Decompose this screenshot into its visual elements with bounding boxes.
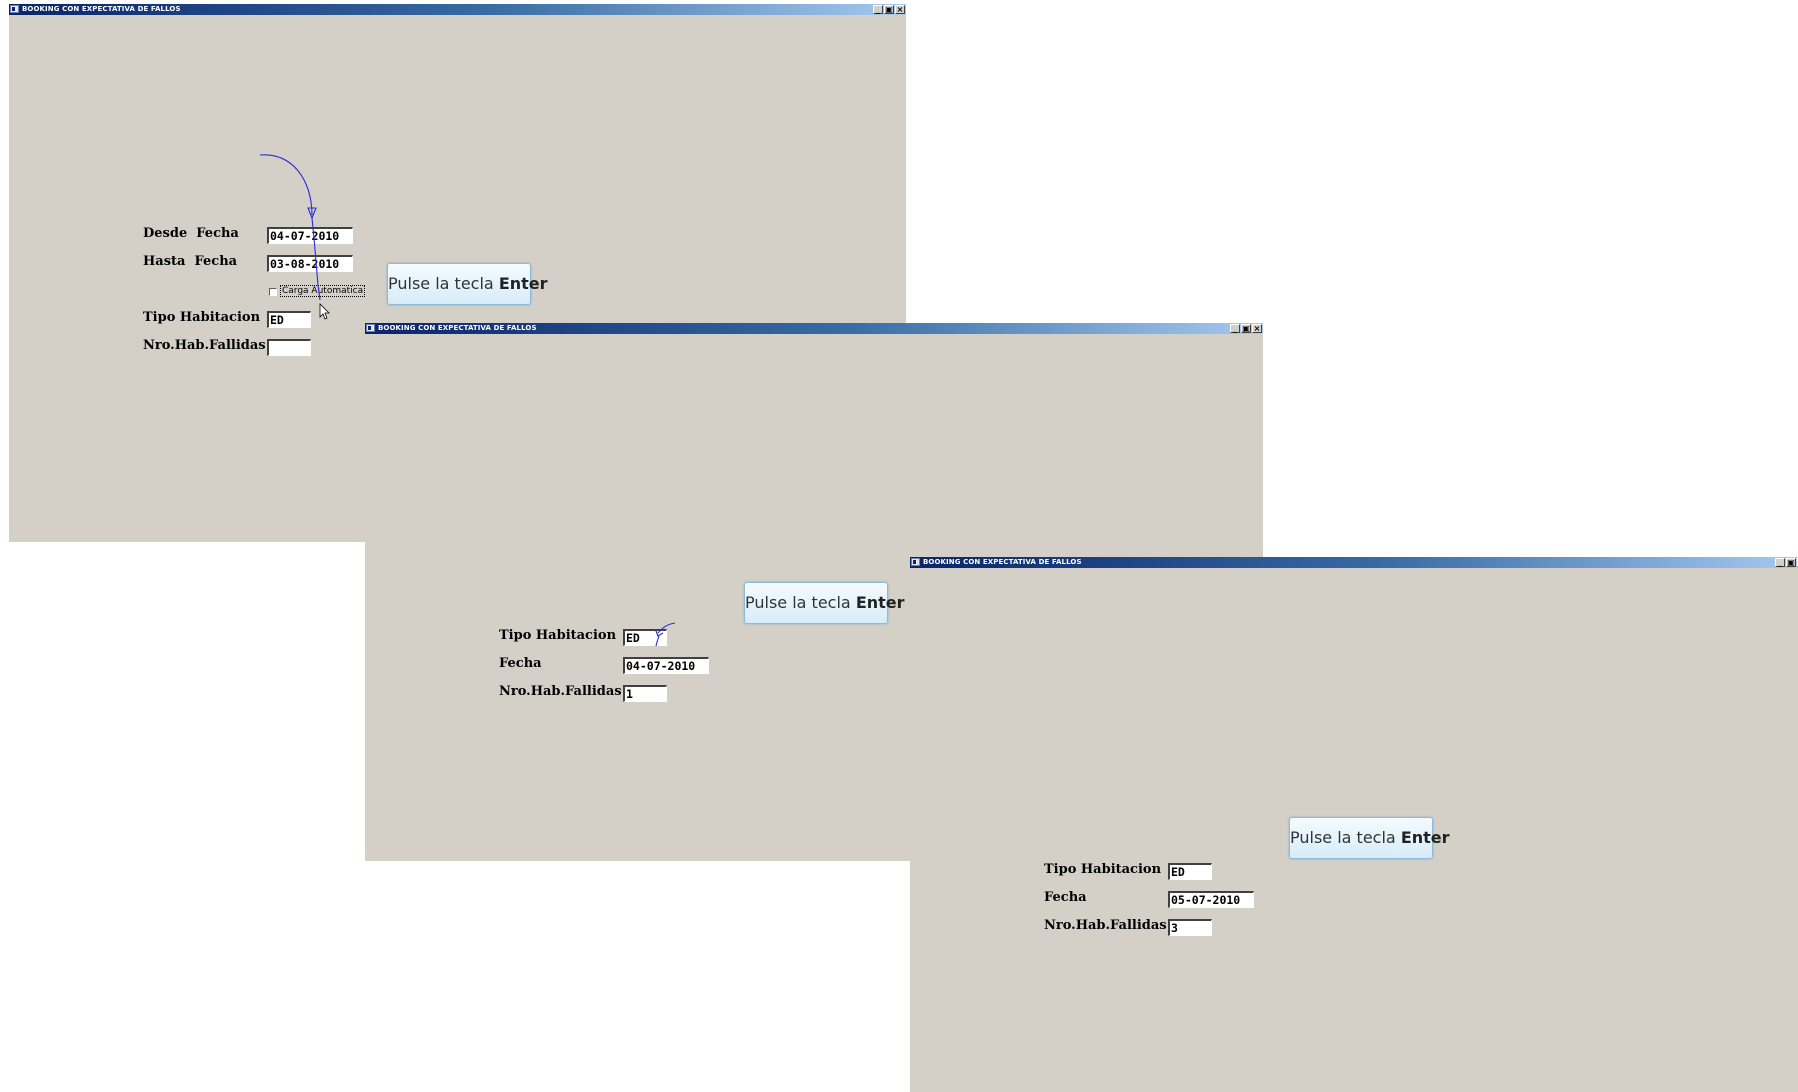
minimize-icon: _	[876, 5, 880, 14]
window-system-icon[interactable]	[911, 558, 920, 566]
close-button[interactable]: ×	[1252, 324, 1262, 333]
nro-hab-fallidas-field[interactable]	[267, 339, 311, 356]
tipo-habitacion-label: Tipo Habitacion	[1044, 862, 1162, 877]
nro-hab-fallidas-field[interactable]: 3	[1168, 919, 1212, 936]
nro-hab-fallidas-field[interactable]: 1	[623, 685, 667, 702]
restore-button[interactable]: ▣	[1786, 558, 1796, 567]
hasta-fecha-label: Hasta Fecha	[143, 254, 238, 269]
nro-hab-fallidas-label: Nro.Hab.Fallidas	[143, 338, 266, 353]
restore-button[interactable]: ▣	[1241, 324, 1251, 333]
hint-text: Pulse la tecla	[745, 593, 856, 612]
press-enter-hint-2: Pulse la tecla Enter	[744, 582, 905, 624]
carga-automatica-label[interactable]: Carga Automatica	[280, 285, 366, 297]
hint-key: Enter	[1400, 828, 1450, 847]
press-enter-hint-1: Pulse la tecla Enter	[387, 263, 548, 305]
close-icon: ×	[1253, 324, 1261, 333]
hint-text: Pulse la tecla	[388, 274, 499, 293]
desde-fecha-label: Desde Fecha	[143, 226, 239, 241]
press-enter-hint-3: Pulse la tecla Enter	[1289, 817, 1450, 859]
fecha-field[interactable]: 05-07-2010	[1168, 891, 1254, 908]
nro-hab-fallidas-label: Nro.Hab.Fallidas	[499, 684, 622, 699]
window-system-icon[interactable]	[10, 5, 19, 13]
hint-key: Enter	[855, 593, 905, 612]
window-1-titlebar[interactable]: BOOKING CON EXPECTATIVA DE FALLOS _ ▣ ×	[9, 4, 906, 15]
restore-icon: ▣	[1787, 558, 1795, 567]
hasta-fecha-field[interactable]: 03-08-2010	[267, 255, 353, 272]
fecha-label: Fecha	[1044, 890, 1087, 905]
desde-fecha-field[interactable]: 04-07-2010	[267, 227, 353, 244]
hint-text: Pulse la tecla	[1290, 828, 1401, 847]
restore-icon: ▣	[1242, 324, 1250, 333]
close-icon: ×	[896, 5, 904, 14]
tipo-habitacion-label: Tipo Habitacion	[143, 310, 261, 325]
carga-automatica-checkbox[interactable]	[269, 288, 277, 296]
tipo-habitacion-field[interactable]: ED	[623, 629, 667, 646]
hint-key: Enter	[498, 274, 548, 293]
fecha-field[interactable]: 04-07-2010	[623, 657, 709, 674]
tipo-habitacion-field[interactable]: ED	[267, 311, 311, 328]
window-system-icon[interactable]	[366, 324, 375, 332]
window-2-titlebar[interactable]: BOOKING CON EXPECTATIVA DE FALLOS _ ▣ ×	[365, 323, 1263, 334]
minimize-button[interactable]: _	[1775, 558, 1785, 567]
minimize-button[interactable]: _	[1230, 324, 1240, 333]
fecha-label: Fecha	[499, 656, 542, 671]
minimize-icon: _	[1233, 324, 1237, 333]
window-2-title: BOOKING CON EXPECTATIVA DE FALLOS	[378, 324, 537, 332]
window-1-title: BOOKING CON EXPECTATIVA DE FALLOS	[22, 5, 181, 13]
minimize-button[interactable]: _	[873, 5, 883, 14]
window-3-titlebar[interactable]: BOOKING CON EXPECTATIVA DE FALLOS _ ▣ ×	[910, 557, 1798, 568]
restore-button[interactable]: ▣	[884, 5, 894, 14]
restore-icon: ▣	[885, 5, 893, 14]
minimize-icon: _	[1778, 558, 1782, 567]
nro-hab-fallidas-label: Nro.Hab.Fallidas	[1044, 918, 1167, 933]
tipo-habitacion-field[interactable]: ED	[1168, 863, 1212, 880]
window-3-title: BOOKING CON EXPECTATIVA DE FALLOS	[923, 558, 1082, 566]
tipo-habitacion-label: Tipo Habitacion	[499, 628, 617, 643]
close-button[interactable]: ×	[895, 5, 905, 14]
